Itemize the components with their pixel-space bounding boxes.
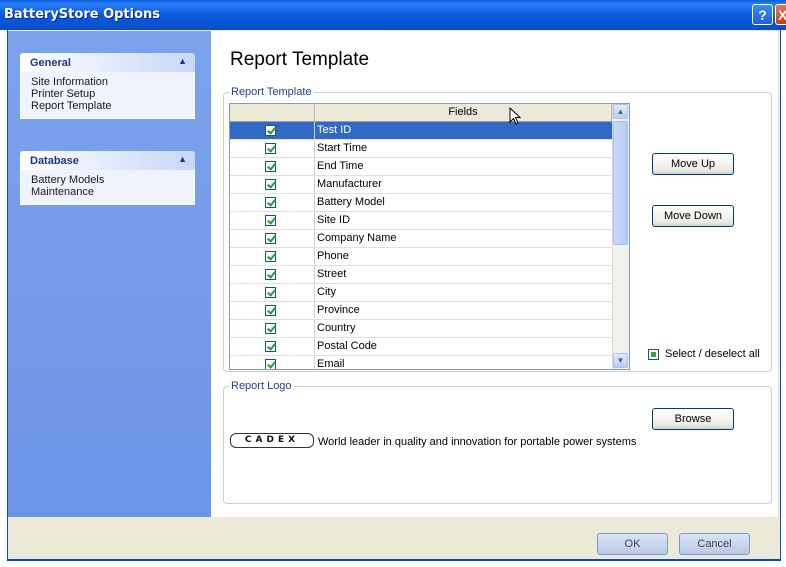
checkbox-cell <box>230 230 315 247</box>
logo-tagline: World leader in quality and innovation f… <box>318 436 637 448</box>
checkbox-checked-icon[interactable] <box>265 179 276 190</box>
group-body: Battery Models Maintenance <box>20 170 195 205</box>
checkbox-checked-icon[interactable] <box>265 233 276 244</box>
table-row[interactable]: End Time <box>230 158 612 176</box>
table-row[interactable]: Company Name <box>230 230 612 248</box>
checkbox-checked-icon[interactable] <box>265 269 276 280</box>
field-name: Street <box>317 268 347 280</box>
report-logo-legend: Report Logo <box>229 380 294 392</box>
group-body: Site Information Printer Setup Report Te… <box>20 72 195 119</box>
collapse-up-icon[interactable]: ▲ <box>178 154 187 164</box>
checkbox-checked-icon[interactable] <box>265 251 276 262</box>
fields-grid[interactable]: Fields Test ID Start Time End Time Manufact… <box>229 103 630 370</box>
table-row[interactable]: Country <box>230 320 612 338</box>
table-row[interactable]: Postal Code <box>230 338 612 356</box>
scroll-up-icon[interactable]: ▲ <box>613 104 628 119</box>
checkbox-checked-icon[interactable] <box>265 305 276 316</box>
table-row[interactable]: Email <box>230 356 612 370</box>
checkbox-cell <box>230 338 315 355</box>
cadex-logo: CADEX <box>230 433 314 448</box>
checkbox-cell <box>230 212 315 229</box>
checkbox-checked-icon[interactable] <box>265 161 276 172</box>
checkbox-checked-icon[interactable] <box>265 125 276 136</box>
field-name: Manufacturer <box>317 178 382 190</box>
table-row[interactable]: Site ID <box>230 212 612 230</box>
table-row[interactable]: City <box>230 284 612 302</box>
checkbox-cell <box>230 158 315 175</box>
scroll-thumb[interactable] <box>613 121 628 245</box>
browse-button[interactable]: Browse <box>652 408 734 430</box>
field-name: Battery Model <box>317 196 385 208</box>
checkbox-column-header[interactable] <box>230 104 315 121</box>
field-name: Company Name <box>317 232 397 244</box>
cancel-button[interactable]: Cancel <box>679 533 750 555</box>
sidebar-item-report-template[interactable]: Report Template <box>31 100 194 112</box>
group-header-general[interactable]: General ▲ <box>20 53 195 72</box>
checkbox-checked-icon[interactable] <box>265 197 276 208</box>
table-row[interactable]: Start Time <box>230 140 612 158</box>
window-title: BatteryStore Options <box>4 7 161 22</box>
checkbox-checked-icon[interactable] <box>265 359 276 369</box>
group-title: Database <box>30 155 79 167</box>
checkbox-checked-icon[interactable] <box>265 323 276 334</box>
checkbox-cell <box>230 320 315 337</box>
collapse-up-icon[interactable]: ▲ <box>178 56 187 66</box>
checkbox-checked-icon[interactable] <box>265 287 276 298</box>
sidebar-item-site-information[interactable]: Site Information <box>31 76 194 88</box>
ok-button[interactable]: OK <box>597 533 668 555</box>
checkbox-cell <box>230 194 315 211</box>
table-row[interactable]: Test ID <box>230 122 612 140</box>
field-name: End Time <box>317 160 364 172</box>
sidebar-group-database: Database ▲ Battery Models Maintenance <box>20 151 195 205</box>
move-down-button[interactable]: Move Down <box>652 205 734 227</box>
field-name: Test ID <box>317 124 352 136</box>
group-title: General <box>30 57 71 69</box>
grid-header: Fields <box>230 104 612 122</box>
checkbox-cell <box>230 266 315 283</box>
checkbox-cell <box>230 122 315 139</box>
field-name: Start Time <box>317 142 368 154</box>
table-row[interactable]: Battery Model <box>230 194 612 212</box>
checkbox-checked-icon[interactable] <box>265 143 276 154</box>
fields-column-header[interactable]: Fields <box>315 104 612 121</box>
table-row[interactable]: Manufacturer <box>230 176 612 194</box>
checkbox-checked-icon[interactable] <box>265 341 276 352</box>
checkbox-cell <box>230 356 315 369</box>
sidebar-group-general: General ▲ Site Information Printer Setup… <box>20 53 195 119</box>
page-title: Report Template <box>230 49 370 70</box>
field-name: Postal Code <box>317 340 377 352</box>
field-name: Site ID <box>317 214 351 226</box>
sidebar-item-battery-models[interactable]: Battery Models <box>31 174 194 186</box>
checkbox-checked-icon[interactable] <box>265 215 276 226</box>
checkbox-cell <box>230 284 315 301</box>
grid-rows: Test ID Start Time End Time Manufacturer Bat… <box>230 122 612 370</box>
checkbox-cell <box>230 140 315 157</box>
table-row[interactable]: Street <box>230 266 612 284</box>
field-name: Phone <box>317 250 349 262</box>
field-name: Province <box>317 304 360 316</box>
field-name: Email <box>317 358 345 370</box>
table-row[interactable]: Phone <box>230 248 612 266</box>
sidebar-item-printer-setup[interactable]: Printer Setup <box>31 88 194 100</box>
field-name: City <box>317 286 336 298</box>
vertical-scrollbar[interactable]: ▲ ▼ <box>612 104 629 369</box>
checkbox-icon[interactable] <box>648 349 659 360</box>
sidebar-item-maintenance[interactable]: Maintenance <box>31 186 194 198</box>
checkbox-cell <box>230 248 315 265</box>
title-bar: BatteryStore Options ? X <box>0 0 786 30</box>
select-all-label: Select / deselect all <box>665 348 760 360</box>
field-name: Country <box>317 322 356 334</box>
window-border-bottom <box>7 559 781 561</box>
checkbox-cell <box>230 176 315 193</box>
report-template-legend: Report Template <box>229 86 314 98</box>
close-button[interactable]: X <box>775 4 786 25</box>
table-row[interactable]: Province <box>230 302 612 320</box>
group-header-database[interactable]: Database ▲ <box>20 151 195 170</box>
scroll-down-icon[interactable]: ▼ <box>613 353 628 368</box>
help-button[interactable]: ? <box>752 4 773 25</box>
checkbox-cell <box>230 302 315 319</box>
move-up-button[interactable]: Move Up <box>652 153 734 175</box>
mouse-pointer-icon <box>509 107 522 125</box>
